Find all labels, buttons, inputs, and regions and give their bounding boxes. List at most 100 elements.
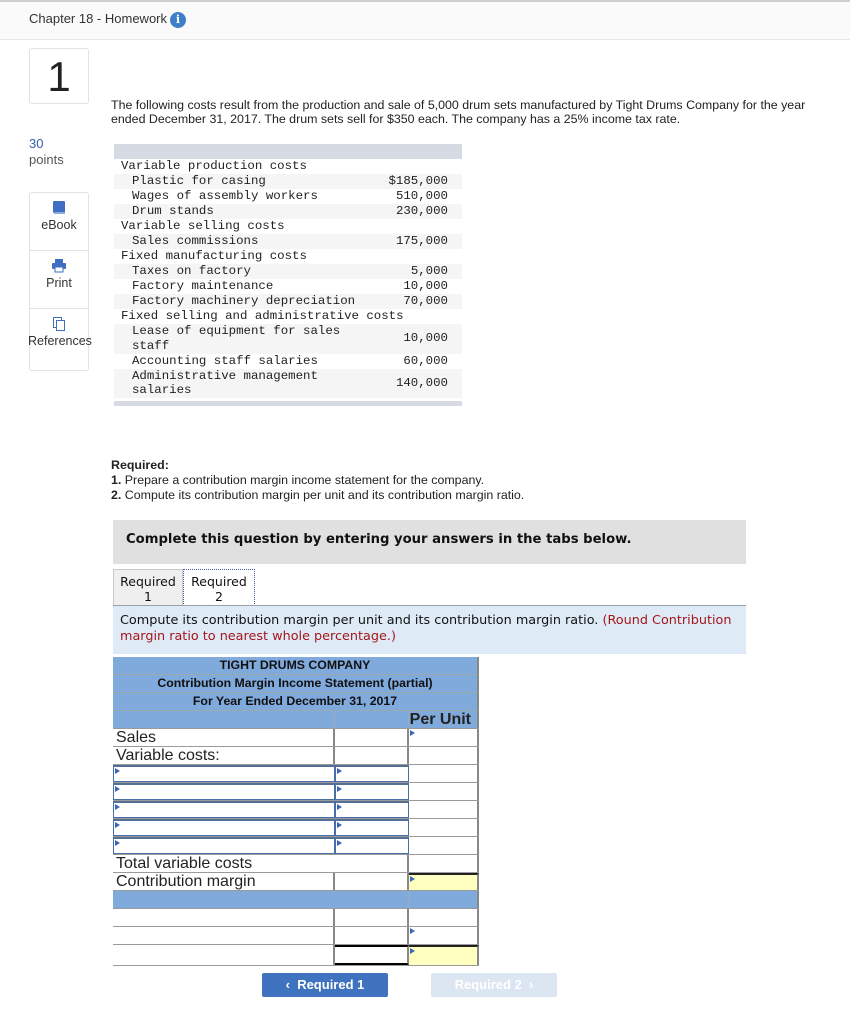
chevron-left-icon: ‹ [285, 977, 298, 992]
dropdown-flag-icon [410, 876, 415, 882]
dropdown-flag-icon [115, 840, 120, 846]
cost-row: Taxes on factory 5,000 [114, 264, 462, 279]
required-item: 2. Compute its contribution margin per u… [111, 488, 525, 502]
cost-row: Fixed manufacturing costs [114, 249, 462, 264]
dropdown-flag-icon [115, 804, 120, 810]
copy-icon [53, 317, 65, 331]
cost-label: Accounting staff salaries [132, 353, 318, 368]
cost-value: $185,000 [388, 174, 449, 189]
cm-per-unit-input[interactable] [409, 873, 479, 890]
tab-required-1[interactable]: Required 1 [113, 569, 183, 606]
instruction-text: Compute its contribution margin per unit… [120, 613, 599, 628]
cost-value: 10,000 [403, 279, 448, 294]
variable-cost-name-input[interactable] [113, 837, 335, 854]
cost-value: 230,000 [395, 204, 448, 219]
cost-row: Sales commissions 175,000 [114, 234, 462, 249]
cost-row: Accounting staff salaries 60,000 [114, 354, 462, 369]
cost-row: Wages of assembly workers 510,000 [114, 189, 462, 204]
variable-cost-amount-input[interactable] [335, 819, 409, 836]
dropdown-flag-icon [115, 768, 120, 774]
blank-row [113, 909, 479, 927]
cost-row: Variable selling costs [114, 219, 462, 234]
print-button[interactable]: Print [30, 259, 88, 309]
cost-value: 10,000 [403, 331, 448, 346]
info-icon[interactable]: i [170, 12, 186, 28]
problem-intro: The following costs result from the prod… [111, 98, 806, 126]
variable-cost-input-row [113, 819, 479, 837]
dropdown-flag-icon [410, 948, 415, 954]
variable-cost-input-row [113, 783, 479, 801]
next-required-button[interactable]: Required 2 › [431, 973, 557, 997]
cost-label: Variable selling costs [121, 219, 285, 234]
required-item: 1. Prepare a contribution margin income … [111, 473, 485, 487]
points-label: points [29, 152, 64, 167]
company-name: TIGHT DRUMS COMPANY [113, 657, 479, 675]
dropdown-flag-icon [115, 786, 120, 792]
variable-cost-input-row [113, 837, 479, 855]
ratio-input-row [113, 927, 479, 945]
variable-cost-amount-input[interactable] [335, 783, 409, 800]
variable-cost-name-input[interactable] [113, 783, 335, 800]
dropdown-flag-icon [337, 840, 342, 846]
cost-value: 60,000 [403, 353, 448, 368]
cost-label: Drum stands [132, 204, 214, 219]
points-value: 30 [29, 136, 44, 151]
cost-value: 510,000 [395, 189, 448, 204]
printer-icon [52, 259, 66, 273]
cost-row: Administrative management salaries 140,00… [114, 368, 462, 399]
references-button[interactable]: References [28, 317, 92, 370]
tool-panel: eBook Print References [28, 192, 92, 371]
variable-cost-name-input[interactable] [113, 801, 335, 818]
dropdown-flag-icon [115, 822, 120, 828]
cost-label: Fixed manufacturing costs [121, 249, 307, 264]
variable-cost-name-input[interactable] [113, 765, 335, 782]
tab-required-2[interactable]: Required 2 [183, 569, 255, 606]
dropdown-flag-icon [410, 928, 415, 934]
cost-label: Taxes on factory [132, 264, 251, 279]
variable-cost-amount-input[interactable] [335, 837, 409, 854]
total-variable-label: Total variable costs [113, 855, 409, 872]
required-block: Required: 1. Prepare a contribution marg… [111, 458, 524, 503]
variable-cost-input-row [113, 765, 479, 783]
requirement-tabs: Required 1 Required 2 [113, 569, 255, 606]
cost-table-footer [114, 401, 462, 407]
sales-per-unit-input[interactable] [409, 729, 479, 746]
ratio-result-row [113, 945, 479, 966]
cost-value: 140,000 [395, 375, 448, 390]
prev-required-button[interactable]: ‹ Required 1 [262, 973, 388, 997]
variable-cost-amount-input[interactable] [335, 765, 409, 782]
required-heading: Required: [111, 458, 169, 472]
dropdown-flag-icon [337, 804, 342, 810]
variable-cost-name-input[interactable] [113, 819, 335, 836]
statement-header: TIGHT DRUMS COMPANY Contribution Margin … [113, 657, 479, 711]
contribution-margin-row: Contribution margin [113, 873, 479, 891]
variable-cost-amount-input[interactable] [335, 801, 409, 818]
cost-label: Sales commissions [132, 234, 259, 249]
cost-label: Factory maintenance [132, 279, 274, 294]
book-icon [53, 201, 65, 214]
print-label: Print [46, 276, 72, 290]
statement-grid: Per Unit Sales Variable costs: Total var… [113, 711, 479, 966]
cost-value: 175,000 [395, 234, 448, 249]
cost-row: Variable production costs [114, 159, 462, 174]
statement-period: For Year Ended December 31, 2017 [113, 693, 479, 711]
dropdown-flag-icon [337, 822, 342, 828]
dropdown-flag-icon [410, 730, 415, 736]
ratio-numerator-input[interactable] [409, 927, 479, 944]
dropdown-flag-icon [337, 768, 342, 774]
chevron-right-icon: › [521, 977, 534, 992]
variable-cost-input-row [113, 801, 479, 819]
instruction-box: Compute its contribution margin per unit… [113, 606, 746, 654]
references-label: References [28, 334, 92, 348]
sales-label: Sales [113, 729, 335, 746]
variable-costs-label: Variable costs: [113, 747, 335, 764]
ebook-button[interactable]: eBook [30, 201, 88, 251]
per-unit-header: Per Unit [409, 711, 479, 728]
cost-label: Fixed selling and administrative costs [121, 309, 404, 324]
statement-title: Contribution Margin Income Statement (pa… [113, 675, 479, 693]
cm-ratio-input[interactable] [409, 945, 479, 965]
top-bar: Chapter 18 - Homework i [0, 0, 850, 40]
contribution-margin-label: Contribution margin [113, 873, 335, 890]
cost-value: 5,000 [410, 264, 448, 279]
question-number: 1 [29, 48, 89, 104]
